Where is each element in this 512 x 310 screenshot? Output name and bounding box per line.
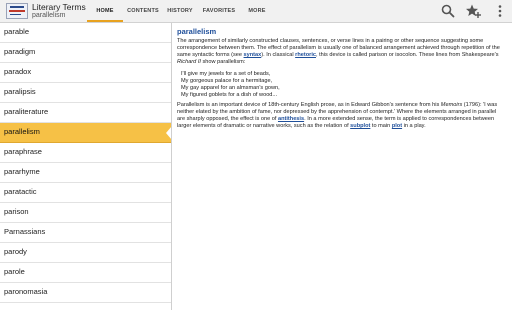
list-item-label: Parnassians — [4, 227, 46, 236]
list-item-label: paradox — [4, 67, 32, 76]
list-item-label: paraphrase — [4, 147, 42, 156]
list-item[interactable]: parole — [0, 263, 171, 283]
list-item-label: paratactic — [4, 187, 37, 196]
verse-line: I'll give my jewels for a set of beads, — [181, 71, 271, 77]
verse-line: My figured goblets for a dish of wood... — [181, 92, 278, 98]
tab-home[interactable]: HOME — [87, 0, 123, 22]
list-item-label: parole — [4, 267, 25, 276]
list-item[interactable]: paradigm — [0, 43, 171, 63]
list-item[interactable]: pararhyme — [0, 163, 171, 183]
verse-line: My gay apparel for an almsman's gown, — [181, 85, 280, 91]
link-antithesis[interactable]: antithesis — [278, 116, 304, 122]
list-item[interactable]: paralipsis — [0, 83, 171, 103]
app-subtitle: parallelism — [32, 12, 66, 19]
link-subplot[interactable]: subplot — [350, 123, 370, 129]
list-item-label: paronomasia — [4, 287, 48, 296]
entry-panel: parallelism The arrangement of similarly… — [172, 23, 512, 310]
link-syntax[interactable]: syntax — [244, 52, 262, 58]
search-icon[interactable] — [440, 3, 456, 19]
list-item-label: parody — [4, 247, 27, 256]
tab-more[interactable]: MORE — [241, 0, 273, 22]
star-add-icon[interactable] — [465, 3, 481, 19]
link-rhetoric[interactable]: rhetoric — [295, 52, 316, 58]
link-plot[interactable]: plot — [392, 123, 402, 129]
list-item-label: parison — [4, 207, 29, 216]
entry-headword: parallelism — [177, 27, 217, 36]
tab-favorites[interactable]: FAVORITES — [199, 0, 239, 22]
list-item[interactable]: paratactic — [0, 183, 171, 203]
list-item[interactable]: parison — [0, 203, 171, 223]
list-item-label: paradigm — [4, 47, 36, 56]
list-item[interactable]: parable — [0, 23, 171, 43]
list-item[interactable]: paronomasia — [0, 283, 171, 303]
list-item[interactable]: paraliterature — [0, 103, 171, 123]
list-item-label: pararhyme — [4, 167, 40, 176]
list-item[interactable]: paradox — [0, 63, 171, 83]
list-item-label: parable — [4, 27, 30, 36]
list-item-selected[interactable]: parallelism — [0, 123, 171, 143]
action-bar: Literary Terms parallelism HOME CONTENTS… — [0, 0, 512, 23]
tab-contents[interactable]: CONTENTS — [125, 0, 161, 22]
verse-line: My gorgeous palace for a hermitage, — [181, 78, 273, 84]
entry-paragraph-1: The arrangement of similarly constructed… — [177, 38, 500, 65]
overflow-menu-icon[interactable] — [492, 3, 508, 19]
list-item-label: paraliterature — [4, 107, 49, 116]
dictionary-book-icon[interactable] — [6, 3, 28, 19]
entry-paragraph-2: Parallelism is an important device of 18… — [177, 102, 498, 129]
list-item-label: parallelism — [4, 127, 40, 136]
list-item-label: paralipsis — [4, 87, 36, 96]
word-list[interactable]: parable paradigm paradox paralipsis para… — [0, 23, 172, 310]
tab-history[interactable]: HISTORY — [163, 0, 197, 22]
app-title: Literary Terms — [32, 2, 86, 12]
list-item[interactable]: Parnassians — [0, 223, 171, 243]
list-item[interactable]: paraphrase — [0, 143, 171, 163]
list-item[interactable]: parody — [0, 243, 171, 263]
